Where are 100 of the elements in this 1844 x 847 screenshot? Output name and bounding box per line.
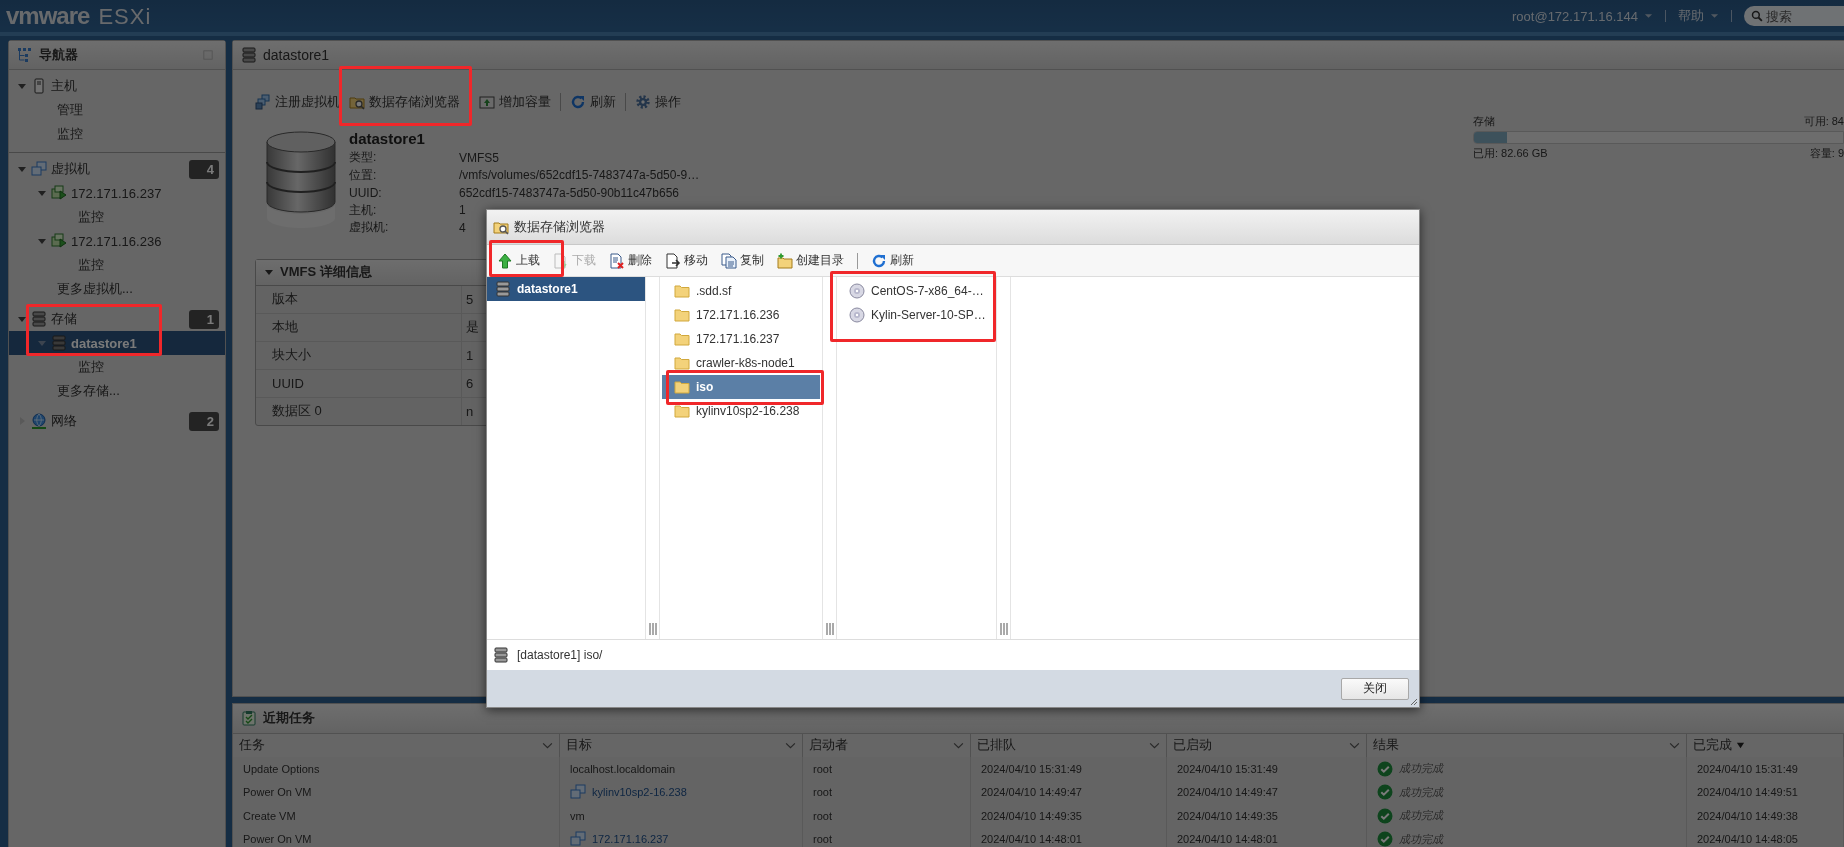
field-value: 652cdf15-7483747a-5d50-90b11c47b656 bbox=[459, 185, 679, 200]
target-link[interactable]: kylinv10sp2-16.238 bbox=[592, 786, 687, 799]
property-value: 6 bbox=[465, 375, 474, 391]
folder-plus-icon bbox=[777, 252, 793, 269]
toolbar-button[interactable]: 刷新 bbox=[570, 93, 616, 111]
success-check-icon bbox=[1377, 760, 1393, 777]
navigator-item[interactable]: 虚拟机 4 bbox=[9, 157, 225, 181]
available-text: 可用: 84 bbox=[1803, 114, 1844, 129]
toolbar-button[interactable]: 移动 bbox=[665, 252, 708, 269]
up-arrow-icon bbox=[497, 252, 513, 269]
clipboard-check-icon bbox=[241, 710, 257, 727]
toolbar-button[interactable]: 操作 bbox=[635, 93, 681, 111]
folder-item[interactable]: 172.171.16.236 bbox=[662, 303, 820, 327]
database-icon bbox=[51, 335, 67, 351]
count-badge: 4 bbox=[189, 159, 219, 179]
navigator-item[interactable]: 监控 bbox=[9, 355, 225, 379]
property-value: 1 bbox=[465, 347, 474, 363]
dropdown-icon[interactable] bbox=[953, 741, 964, 749]
field-value: 4 bbox=[459, 220, 466, 235]
caret-icon[interactable] bbox=[17, 164, 27, 174]
panel-title: 导航器 bbox=[39, 46, 78, 64]
table-cell: 2024/04/10 15:31:49 bbox=[1167, 757, 1367, 781]
dropdown-icon[interactable] bbox=[1669, 741, 1680, 749]
field-label: 虚拟机: bbox=[349, 219, 390, 237]
navigator-item[interactable]: 更多存储... bbox=[9, 379, 225, 403]
globe-icon bbox=[31, 413, 47, 429]
database-icon bbox=[31, 311, 47, 327]
refresh-icon bbox=[871, 252, 887, 269]
folder-search-icon bbox=[493, 219, 509, 235]
vm-play-icon bbox=[51, 233, 67, 249]
folder-item[interactable]: iso bbox=[662, 375, 820, 399]
meter-label: 存储 bbox=[1473, 114, 1495, 129]
caret-icon[interactable] bbox=[37, 188, 47, 198]
caret-icon[interactable] bbox=[17, 314, 27, 324]
navigator-item[interactable]: 监控 bbox=[9, 122, 225, 146]
dialog-title: 数据存储浏览器 bbox=[514, 218, 605, 236]
stacked-boxes-icon bbox=[255, 94, 271, 110]
navigator-item[interactable]: 172.171.16.236 bbox=[9, 229, 225, 253]
caret-icon[interactable] bbox=[17, 81, 27, 91]
toolbar-button[interactable]: 上载 bbox=[497, 252, 540, 269]
property-label: 版本 bbox=[256, 285, 462, 313]
toolbar-button[interactable]: 数据存储浏览器 bbox=[349, 93, 460, 111]
windows-icon bbox=[570, 831, 586, 847]
field-value: VMFS5 bbox=[459, 150, 499, 165]
help-menu[interactable]: 帮助 bbox=[1678, 7, 1719, 25]
datastore-name: datastore1 bbox=[349, 130, 426, 147]
success-check-icon bbox=[1377, 807, 1393, 824]
toolbar-button[interactable]: 创建目录 bbox=[777, 252, 844, 269]
panel-title: datastore1 bbox=[263, 47, 330, 63]
datastore-item[interactable]: datastore1 bbox=[487, 277, 645, 301]
table-cell: root bbox=[803, 757, 971, 781]
resize-grip-icon[interactable] bbox=[1410, 698, 1418, 706]
user-menu[interactable]: root@172.171.16.144 bbox=[1512, 8, 1653, 24]
caret-icon[interactable] bbox=[37, 236, 47, 246]
toolbar-button[interactable]: 刷新 bbox=[871, 252, 914, 269]
gear-icon bbox=[635, 94, 651, 110]
toolbar-button[interactable]: 删除 bbox=[609, 252, 652, 269]
database-icon bbox=[495, 281, 511, 297]
dropdown-icon[interactable] bbox=[1149, 741, 1160, 749]
navigator-item[interactable]: 监控 bbox=[9, 205, 225, 229]
field-label: 类型: bbox=[349, 149, 378, 167]
used-text: 已用: 82.66 GB bbox=[1473, 146, 1548, 161]
refresh-icon bbox=[570, 94, 586, 110]
search-field[interactable]: 搜索 bbox=[1744, 6, 1844, 26]
document-down-arrow-icon bbox=[553, 252, 569, 269]
navigator-item[interactable]: 主机 bbox=[9, 74, 225, 98]
server-icon bbox=[31, 78, 47, 94]
details-title: VMFS 详细信息 bbox=[280, 263, 372, 281]
vmware-logo: vmware bbox=[6, 2, 90, 30]
vm-play-icon bbox=[51, 185, 67, 201]
property-value: n bbox=[465, 403, 474, 419]
field-label: 位置: bbox=[349, 166, 378, 184]
navigator-item[interactable]: 172.171.16.237 bbox=[9, 181, 225, 205]
property-label: 块大小 bbox=[256, 341, 462, 369]
navigator-item[interactable]: datastore1 bbox=[9, 331, 225, 355]
documents-icon bbox=[721, 252, 737, 269]
dropdown-icon[interactable] bbox=[785, 741, 796, 749]
resize-handle-icon[interactable] bbox=[999, 623, 1008, 635]
navigator-item[interactable]: 更多虚拟机... bbox=[9, 277, 225, 301]
dropdown-icon[interactable] bbox=[542, 741, 553, 749]
navigator-item[interactable]: 管理 bbox=[9, 98, 225, 122]
search-icon bbox=[1751, 10, 1763, 22]
folder-item[interactable]: 172.171.16.237 bbox=[662, 327, 820, 351]
navigator-item[interactable]: 网络 2 bbox=[9, 409, 225, 433]
folder-item[interactable]: .sdd.sf bbox=[662, 279, 820, 303]
folder-icon bbox=[674, 355, 690, 371]
toolbar-button[interactable]: 增加容量 bbox=[479, 93, 551, 111]
toolbar-button[interactable]: 复制 bbox=[721, 252, 764, 269]
resize-handle-icon[interactable] bbox=[648, 623, 657, 635]
target-link[interactable]: 172.171.16.237 bbox=[592, 833, 669, 846]
navigator-item[interactable]: 监控 bbox=[9, 253, 225, 277]
tree-icon bbox=[17, 47, 33, 63]
windows-icon bbox=[570, 784, 586, 801]
property-label: UUID bbox=[256, 369, 462, 397]
resize-handle-icon[interactable] bbox=[825, 623, 834, 635]
toolbar-button[interactable]: 注册虚拟机 bbox=[255, 93, 340, 111]
database-icon bbox=[493, 647, 509, 663]
dropdown-icon[interactable] bbox=[1349, 741, 1360, 749]
count-badge: 2 bbox=[189, 411, 219, 431]
close-button[interactable]: 关闭 bbox=[1341, 677, 1409, 700]
